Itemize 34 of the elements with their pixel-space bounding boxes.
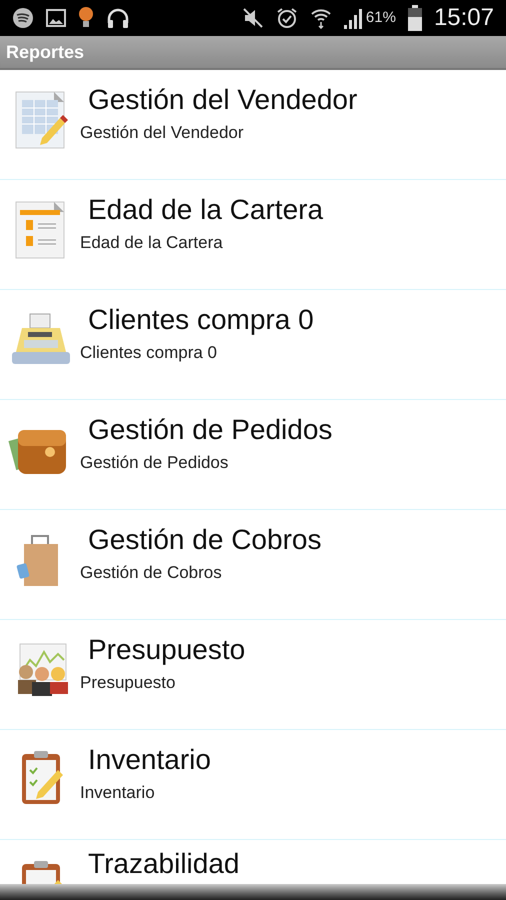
signal-icon xyxy=(344,9,362,30)
report-subtitle: Clientes compra 0 xyxy=(80,342,218,364)
clock-time: 15:07 xyxy=(434,3,494,33)
report-subtitle: Gestión del Vendedor xyxy=(80,122,245,144)
report-item[interactable]: Presupuesto Presupuesto xyxy=(0,620,506,730)
report-item[interactable]: Clientes compra 0 Clientes compra 0 xyxy=(0,290,506,400)
report-subtitle: Gestión de Cobros xyxy=(80,562,223,584)
report-item[interactable]: Gestión de Cobros Gestión de Cobros xyxy=(0,510,506,620)
report-item[interactable]: Gestión del Vendedor Gestión del Vendedor xyxy=(0,70,506,180)
wifi-icon xyxy=(310,7,332,29)
battery-icon xyxy=(408,5,422,31)
report-subtitle: Inventario xyxy=(80,782,156,804)
report-title: Clientes compra 0 xyxy=(88,303,314,337)
music-app-icon xyxy=(12,7,34,29)
report-item[interactable]: Inventario Inventario xyxy=(0,730,506,840)
report-title: Edad de la Cartera xyxy=(88,193,324,227)
report-title: Presupuesto xyxy=(88,633,246,667)
image-icon xyxy=(46,9,66,27)
battery-percent: 61% xyxy=(366,8,396,28)
report-item[interactable]: Gestión de Pedidos Gestión de Pedidos xyxy=(0,400,506,510)
report-title: Inventario xyxy=(88,743,211,777)
screen-title: Reportes xyxy=(6,40,84,64)
report-subtitle: Gestión de Pedidos xyxy=(80,452,230,474)
mute-icon xyxy=(242,7,264,29)
report-subtitle: Presupuesto xyxy=(80,672,176,694)
report-title: Gestión de Pedidos xyxy=(88,413,332,447)
report-title: Trazabilidad xyxy=(88,848,240,880)
report-item[interactable]: Edad de la Cartera Edad de la Cartera xyxy=(0,180,506,290)
report-title: Gestión del Vendedor xyxy=(88,83,358,117)
alarm-icon xyxy=(276,7,298,29)
bulb-icon xyxy=(78,6,94,30)
headphones-icon xyxy=(106,7,130,29)
report-title: Gestión de Cobros xyxy=(88,523,322,557)
report-subtitle: Edad de la Cartera xyxy=(80,232,224,254)
